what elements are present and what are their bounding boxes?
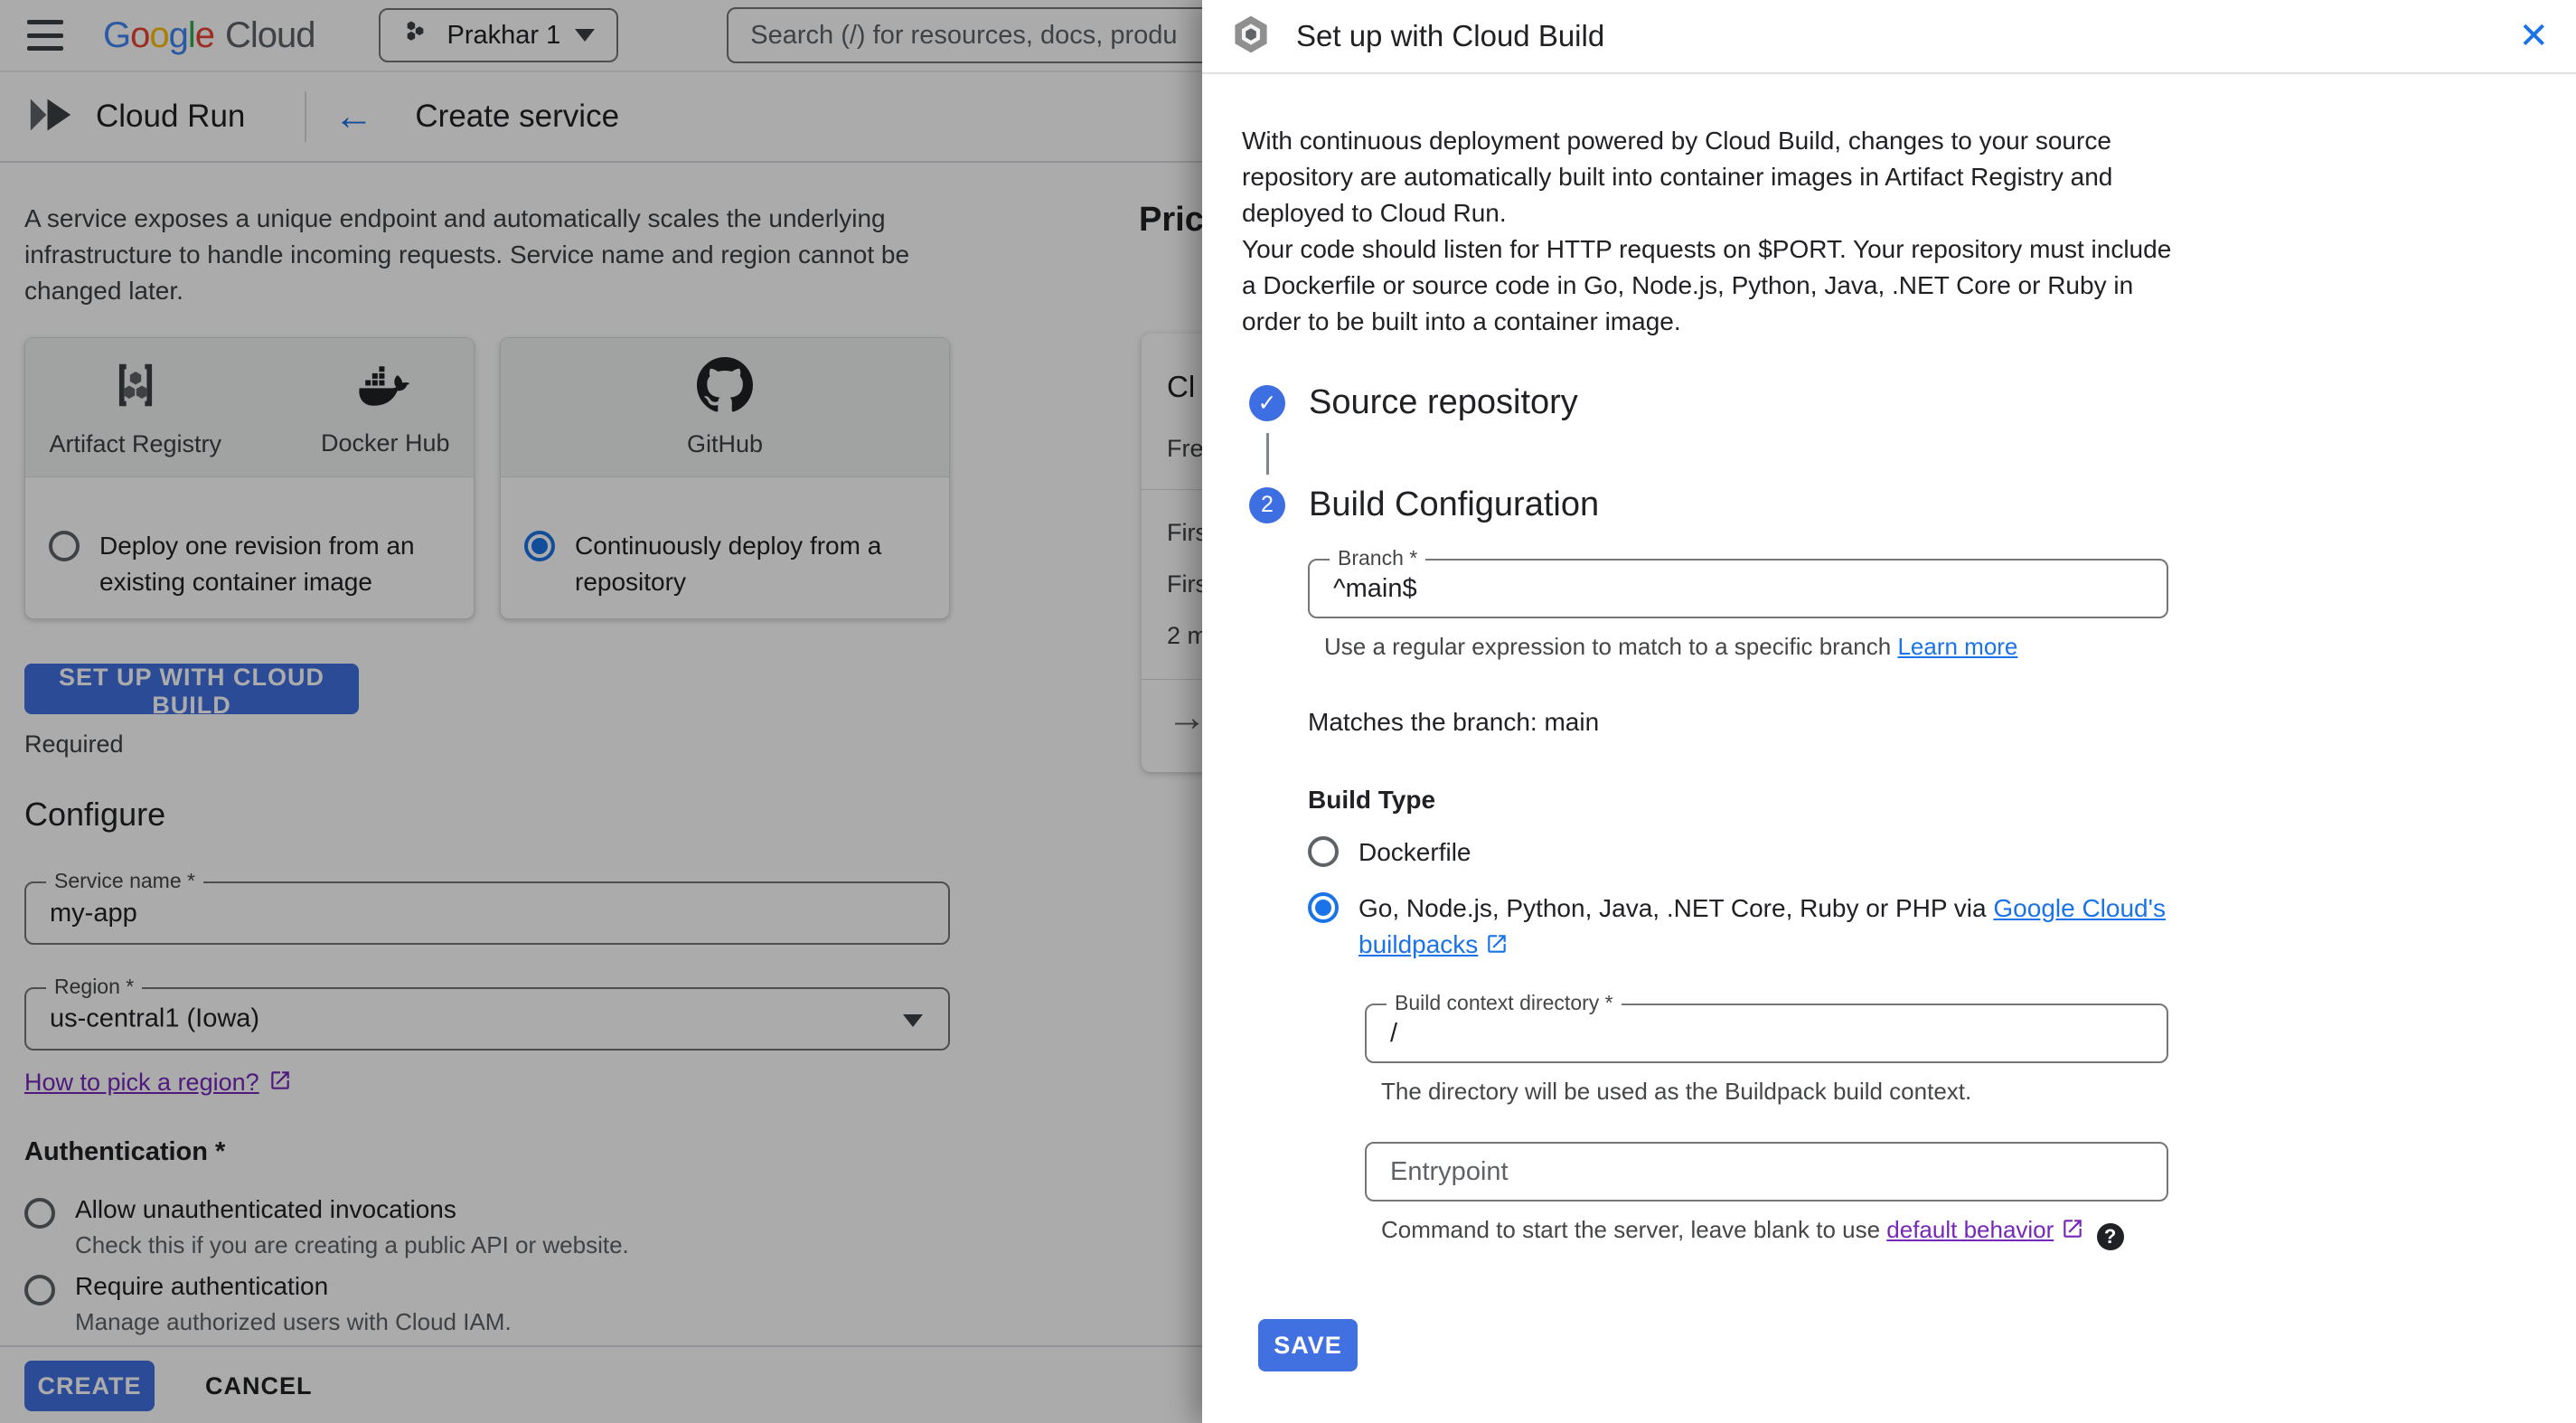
panel-intro-1: With continuous deployment powered by Cl… [1242,127,2113,227]
save-button[interactable]: SAVE [1258,1319,1358,1371]
matches-branch-text: Matches the branch: main [1308,708,1600,736]
learn-more-link[interactable]: Learn more [1897,633,2017,660]
entrypoint-input[interactable] [1367,1144,2167,1200]
step-title: Build Configuration [1309,485,1600,523]
cloud-build-icon [1229,13,1273,61]
option-label: Go, Node.js, Python, Java, .NET Core, Ru… [1359,891,2168,966]
step-check-icon: ✓ [1249,384,1285,421]
panel-title: Set up with Cloud Build [1296,19,1605,52]
radio-unchecked-icon[interactable] [1308,836,1339,867]
option-label: Dockerfile [1359,838,1471,866]
build-type-label: Build Type [1308,786,1436,814]
panel-body: With continuous deployment powered by Cl… [1202,74,2576,1371]
branch-helper: Use a regular expression to match to a s… [1324,633,2168,661]
step-number: 2 [1249,486,1285,523]
panel-header: Set up with Cloud Build ✕ [1202,0,2576,74]
external-link-icon [2061,1217,2084,1247]
branch-field: Branch * [1308,546,2168,618]
build-type-dockerfile-option[interactable]: Dockerfile [1308,834,2168,871]
step-connector-line [1266,433,1269,475]
branch-label: Branch * [1330,546,1426,570]
default-behavior-link[interactable]: default behavior [1886,1216,2054,1243]
entrypoint-field [1365,1142,2168,1202]
step-title: Source repository [1309,383,1578,421]
build-type-buildpacks-option[interactable]: Go, Node.js, Python, Java, .NET Core, Ru… [1308,891,2168,966]
build-context-directory-field: Build context directory * [1365,991,2168,1063]
step-source-repository: ✓ Source repository [1249,383,2536,422]
external-link-icon [1485,929,1509,966]
build-context-directory-label: Build context directory * [1387,991,1622,1015]
close-icon[interactable]: ✕ [2518,18,2549,54]
help-icon[interactable]: ? [2096,1223,2124,1250]
step-build-configuration: 2 Build Configuration [1249,485,2536,524]
entrypoint-helper: Command to start the server, leave blank… [1381,1216,2168,1250]
option-label-prefix: Go, Node.js, Python, Java, .NET Core, Ru… [1359,894,1994,922]
build-configuration-form: Branch * Use a regular expression to mat… [1308,546,2168,1250]
branch-helper-text: Use a regular expression to match to a s… [1324,633,1898,660]
entrypoint-helper-text: Command to start the server, leave blank… [1381,1216,1887,1243]
cloud-build-panel: Set up with Cloud Build ✕ With continuou… [1202,0,2576,1423]
branch-input[interactable] [1310,561,2167,617]
build-context-helper: The directory will be used as the Buildp… [1381,1078,1972,1105]
radio-checked-icon[interactable] [1308,892,1339,923]
panel-intro-2: Your code should listen for HTTP request… [1242,235,2172,335]
